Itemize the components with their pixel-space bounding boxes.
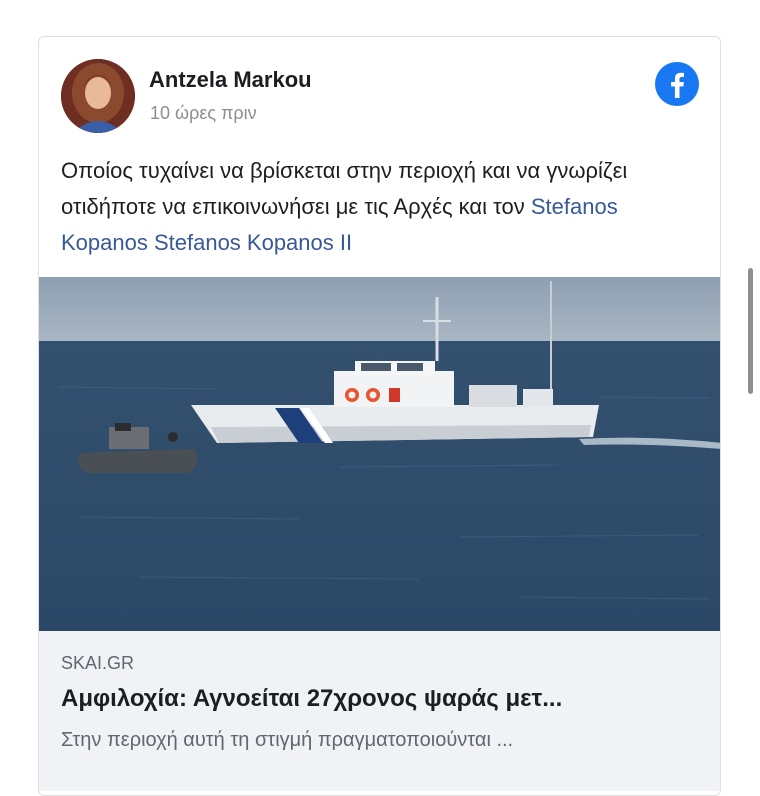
avatar[interactable]	[61, 59, 135, 133]
link-preview[interactable]: SKAI.GR Αμφιλοχία: Αγνοείται 27χρονος ψα…	[39, 631, 720, 791]
link-headline[interactable]: Αμφιλοχία: Αγνοείται 27χρονος ψαράς μετ.…	[61, 685, 701, 713]
facebook-post-card: Antzela Markou 10 ώρες πριν Οποίος τυχαί…	[38, 36, 721, 796]
facebook-icon[interactable]	[654, 61, 700, 107]
author-name[interactable]: Antzela Markou	[149, 67, 312, 93]
link-domain: SKAI.GR	[61, 653, 135, 673]
post-text: Οποίος τυχαίνει να βρίσκεται στην περιοχ…	[61, 153, 701, 261]
scrollbar[interactable]	[748, 268, 753, 394]
link-preview-image[interactable]	[39, 277, 721, 631]
avatar-photo	[61, 59, 135, 133]
link-description: Στην περιοχή αυτή τη στιγμή πραγματοποιο…	[61, 729, 514, 751]
post-timestamp[interactable]: 10 ώρες πριν	[150, 103, 257, 124]
